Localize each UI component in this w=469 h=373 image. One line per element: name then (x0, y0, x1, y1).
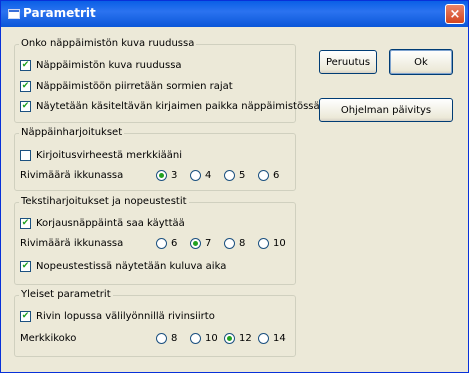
radio-label: 7 (205, 238, 212, 249)
checkbox-label: Näppäimistöön piirretään sormien rajat (36, 81, 233, 92)
cancel-button[interactable]: Peruutus (319, 50, 377, 74)
text-rows-radio-8[interactable]: 8 (224, 238, 245, 249)
checkbox-label: Rivin lopussa välilyönnillä rivinsiirto (36, 311, 215, 322)
checkbox-label: Korjausnäppäintä saa käyttää (36, 218, 185, 229)
radio-label: 8 (239, 238, 246, 249)
radio-circle[interactable] (156, 238, 167, 249)
checkbox-box[interactable]: ✔ (20, 81, 31, 92)
window-icon (8, 9, 20, 19)
program-update-button[interactable]: Ohjelman päivitys (319, 98, 453, 122)
ok-button[interactable]: Ok (389, 49, 453, 75)
text-rows-radio-7[interactable]: 7 (190, 238, 211, 249)
group-legend: Näppäinharjoitukset (19, 127, 125, 138)
dialog-body: Onko näppäimistön kuva ruudussa ✔ Näppäi… (1, 27, 468, 372)
radio-circle[interactable] (190, 238, 201, 249)
key-exercises-group: Näppäinharjoitukset (14, 127, 296, 191)
radio-circle[interactable] (224, 333, 235, 344)
font-size-radio-8[interactable]: 8 (156, 333, 177, 344)
radio-circle[interactable] (224, 170, 235, 181)
radio-label: 3 (171, 170, 178, 181)
close-icon: × (449, 6, 461, 22)
radio-label: 8 (171, 333, 178, 344)
rows-radio-3[interactable]: 3 (156, 170, 177, 181)
checkbox-label: Näytetään käsiteltävän kirjaimen paikka … (36, 101, 320, 112)
finger-borders-checkbox[interactable]: ✔ Näppäimistöön piirretään sormien rajat (20, 81, 233, 92)
typo-sound-checkbox[interactable]: Kirjoitusvirheestä merkkiääni (20, 150, 182, 161)
text-rows-radio-6[interactable]: 6 (156, 238, 177, 249)
font-size-radio-10[interactable]: 10 (190, 333, 218, 344)
radio-circle[interactable] (258, 238, 269, 249)
rows-radio-5[interactable]: 5 (224, 170, 245, 181)
group-legend: Tekstiharjoitukset ja nopeustestit (19, 196, 189, 207)
checkbox-box[interactable]: ✔ (20, 218, 31, 229)
radio-label: 6 (273, 170, 280, 181)
rows-radio-6[interactable]: 6 (258, 170, 279, 181)
radio-circle[interactable] (190, 170, 201, 181)
rows-label: Rivimäärä ikkunassa (20, 170, 124, 181)
general-parameters-group: Yleiset parametrit (14, 289, 296, 357)
radio-label: 10 (273, 238, 286, 249)
backspace-allowed-checkbox[interactable]: ✔ Korjausnäppäintä saa käyttää (20, 218, 185, 229)
radio-circle[interactable] (258, 170, 269, 181)
parameters-dialog: Parametrit × Onko näppäimistön kuva ruud… (0, 0, 469, 373)
group-legend: Yleiset parametrit (19, 289, 113, 300)
radio-circle[interactable] (190, 333, 201, 344)
keyboard-image-checkbox[interactable]: ✔ Näppäimistön kuva ruudussa (20, 60, 182, 71)
key-position-checkbox[interactable]: ✔ Näytetään käsiteltävän kirjaimen paikk… (20, 101, 320, 112)
window-title: Parametrit (23, 6, 96, 20)
font-size-label: Merkkikoko (20, 333, 77, 344)
font-size-radio-14[interactable]: 14 (258, 333, 286, 344)
checkbox-box[interactable]: ✔ (20, 60, 31, 71)
checkbox-box[interactable] (20, 150, 31, 161)
radio-circle[interactable] (156, 333, 167, 344)
checkbox-label: Näppäimistön kuva ruudussa (36, 60, 182, 71)
rows-label: Rivimäärä ikkunassa (20, 238, 124, 249)
text-rows-radio-10[interactable]: 10 (258, 238, 286, 249)
font-size-radio-12[interactable]: 12 (224, 333, 252, 344)
radio-label: 4 (205, 170, 212, 181)
radio-circle[interactable] (258, 333, 269, 344)
checkbox-label: Nopeustestissä näytetään kuluva aika (36, 261, 227, 272)
radio-label: 6 (171, 238, 178, 249)
radio-label: 12 (239, 333, 252, 344)
checkbox-box[interactable]: ✔ (20, 101, 31, 112)
radio-circle[interactable] (156, 170, 167, 181)
radio-label: 14 (273, 333, 286, 344)
checkbox-box[interactable]: ✔ (20, 261, 31, 272)
rows-radio-4[interactable]: 4 (190, 170, 211, 181)
close-button[interactable]: × (445, 4, 465, 24)
title-bar[interactable]: Parametrit × (1, 1, 468, 27)
radio-circle[interactable] (224, 238, 235, 249)
checkbox-label: Kirjoitusvirheestä merkkiääni (36, 150, 183, 161)
checkbox-box[interactable]: ✔ (20, 311, 31, 322)
radio-label: 10 (205, 333, 218, 344)
show-time-checkbox[interactable]: ✔ Nopeustestissä näytetään kuluva aika (20, 261, 226, 272)
radio-label: 5 (239, 170, 246, 181)
group-legend: Onko näppäimistön kuva ruudussa (19, 38, 197, 49)
space-wrap-checkbox[interactable]: ✔ Rivin lopussa välilyönnillä rivinsiirt… (20, 311, 215, 322)
